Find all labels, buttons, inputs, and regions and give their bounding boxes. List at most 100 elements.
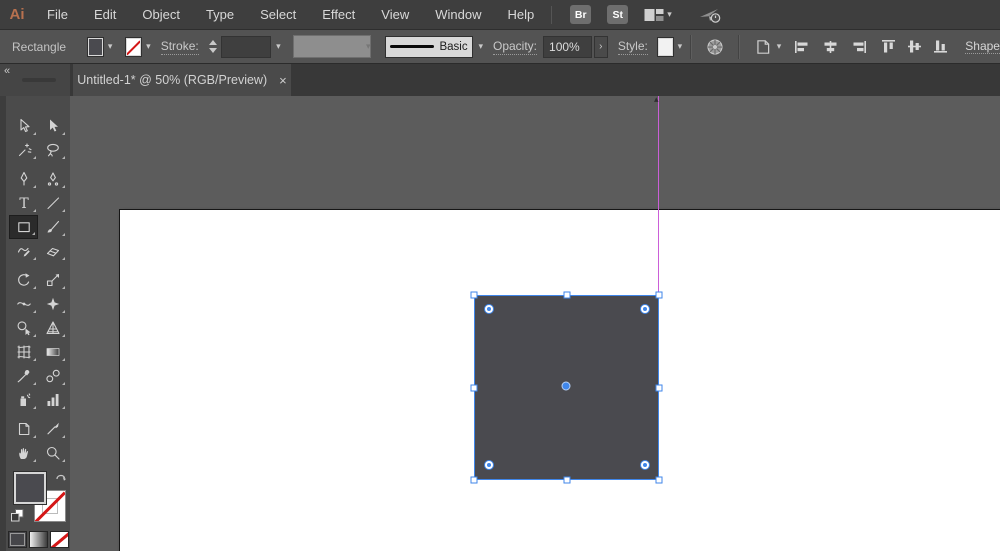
hand-tool-icon: [18, 448, 28, 459]
direct-selection-tool[interactable]: [38, 114, 67, 138]
column-graph-tool[interactable]: [38, 388, 67, 412]
gradient-mode-button[interactable]: [28, 531, 48, 548]
main-area: T ▴: [0, 96, 1000, 551]
slice-tool-icon: [46, 422, 59, 435]
menu-select[interactable]: Select: [247, 7, 309, 22]
share-button[interactable]: [698, 6, 722, 24]
symbol-sprayer-tool[interactable]: [9, 388, 38, 412]
perspective-grid-tool[interactable]: [38, 316, 67, 340]
shape-builder-tool[interactable]: [9, 316, 38, 340]
selection-tool-icon: [19, 118, 30, 133]
free-transform-tool[interactable]: [38, 292, 67, 316]
align-right-icon[interactable]: [850, 40, 867, 54]
opacity-expand-button[interactable]: ›: [593, 35, 608, 58]
workspace-switcher[interactable]: ▾: [644, 8, 672, 22]
svg-text:T: T: [19, 196, 29, 211]
menu-object[interactable]: Object: [129, 7, 193, 22]
chevron-down-icon[interactable]: ▾: [146, 41, 151, 52]
handle-top-left[interactable]: [470, 291, 478, 299]
none-mode-button[interactable]: [49, 531, 69, 548]
artboard-tool-icon: [18, 422, 29, 436]
fill-color-swatch[interactable]: [87, 36, 104, 57]
graphic-style-swatch[interactable]: [656, 36, 674, 57]
eyedropper-tool[interactable]: [9, 364, 38, 388]
chevron-down-icon[interactable]: ▾: [108, 41, 113, 52]
menu-file[interactable]: File: [34, 7, 81, 22]
eraser-tool-icon: [46, 247, 59, 257]
stroke-panel-link[interactable]: Stroke:: [160, 39, 199, 55]
menu-view[interactable]: View: [368, 7, 422, 22]
brush-definition-dropdown[interactable]: Basic ▾: [385, 35, 483, 58]
menu-help[interactable]: Help: [494, 7, 547, 22]
rotate-tool[interactable]: [9, 268, 38, 292]
mesh-tool[interactable]: [9, 340, 38, 364]
paint-mode-buttons: [6, 531, 70, 548]
chevron-down-icon[interactable]: ▾: [678, 41, 683, 52]
width-tool[interactable]: [9, 292, 38, 316]
align-horizontal-center-icon[interactable]: [822, 40, 839, 54]
shape-panel-link[interactable]: Shape: [965, 39, 1000, 54]
paintbrush-tool[interactable]: [38, 215, 67, 239]
artboard-tool[interactable]: [9, 417, 38, 441]
handle-top-center[interactable]: [563, 291, 571, 299]
zoom-tool[interactable]: [38, 441, 67, 465]
smart-guide-line[interactable]: [658, 96, 659, 296]
recolor-artwork-button[interactable]: [706, 38, 724, 56]
selection-tool[interactable]: [9, 114, 38, 138]
bridge-button[interactable]: Br: [570, 5, 592, 24]
blend-tool[interactable]: [38, 364, 67, 388]
handle-top-right[interactable]: [655, 291, 663, 299]
menu-window[interactable]: Window: [422, 7, 494, 22]
line-segment-tool[interactable]: [38, 191, 67, 215]
eraser-tool[interactable]: [38, 239, 67, 263]
stock-button[interactable]: St: [607, 5, 629, 24]
handle-bottom-right[interactable]: [655, 476, 663, 484]
swap-fill-stroke-icon[interactable]: [54, 471, 68, 484]
opacity-input[interactable]: 100%: [543, 35, 592, 58]
guide-anchor-mark: ▴: [654, 96, 659, 104]
panel-grip[interactable]: [22, 78, 56, 82]
menu-effect[interactable]: Effect: [309, 7, 368, 22]
hand-tool[interactable]: [9, 441, 38, 465]
handle-bottom-left[interactable]: [470, 476, 478, 484]
slice-tool[interactable]: [38, 417, 67, 441]
gradient-tool[interactable]: [38, 340, 67, 364]
collapse-panel-icon[interactable]: «: [4, 65, 10, 77]
lasso-tool[interactable]: [38, 138, 67, 162]
object-center-point[interactable]: [561, 381, 571, 391]
corner-widget-top-left[interactable]: [484, 304, 494, 314]
vertical-align-group: [881, 39, 948, 54]
menu-type[interactable]: Type: [193, 7, 247, 22]
rectangle-tool[interactable]: [9, 215, 38, 239]
chevron-down-icon[interactable]: ▾: [276, 41, 281, 52]
symbol-sprayer-tool-icon: [20, 393, 30, 406]
align-left-icon[interactable]: [794, 40, 811, 54]
pen-tool[interactable]: [9, 167, 38, 191]
align-vertical-center-icon[interactable]: [907, 39, 922, 54]
menu-edit[interactable]: Edit: [81, 7, 129, 22]
handle-middle-right[interactable]: [655, 384, 663, 392]
close-icon[interactable]: ×: [279, 73, 287, 88]
align-top-icon[interactable]: [881, 39, 896, 54]
curvature-tool[interactable]: [38, 167, 67, 191]
corner-widget-bottom-left[interactable]: [484, 460, 494, 470]
document-tab[interactable]: Untitled-1* @ 50% (RGB/Preview) ×: [73, 64, 291, 96]
handle-bottom-center[interactable]: [563, 476, 571, 484]
corner-widget-top-right[interactable]: [640, 304, 650, 314]
handle-middle-left[interactable]: [470, 384, 478, 392]
shaper-tool[interactable]: [9, 239, 38, 263]
magic-wand-tool[interactable]: [9, 138, 38, 162]
corner-widget-bottom-right[interactable]: [640, 460, 650, 470]
stroke-weight-stepper[interactable]: [208, 40, 217, 53]
align-bottom-icon[interactable]: [933, 39, 948, 54]
stroke-weight-input[interactable]: [220, 35, 272, 58]
type-tool[interactable]: T: [9, 191, 38, 215]
default-fill-stroke-icon[interactable]: [11, 509, 24, 522]
color-mode-button[interactable]: [7, 531, 27, 548]
stroke-color-swatch[interactable]: [125, 36, 143, 57]
style-panel-link[interactable]: Style:: [617, 39, 648, 55]
opacity-panel-link[interactable]: Opacity:: [493, 39, 538, 55]
scale-tool[interactable]: [38, 268, 67, 292]
fill-proxy-swatch[interactable]: [13, 471, 47, 505]
isolate-object-button[interactable]: ▾: [754, 38, 781, 56]
